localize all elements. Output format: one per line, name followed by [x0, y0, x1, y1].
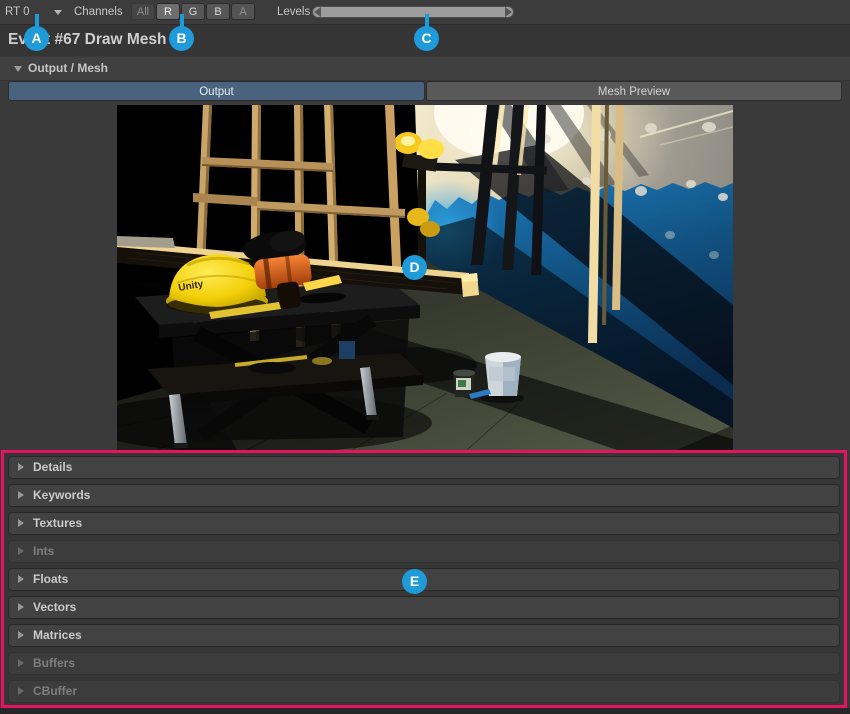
chevron-down-icon	[54, 10, 62, 15]
foldout-collapsed-icon	[18, 631, 24, 639]
foldout-collapsed-icon	[18, 603, 24, 611]
preview-panel: Output / Mesh Output Mesh Preview	[0, 56, 850, 450]
section-label: Ints	[33, 541, 54, 562]
callout-badge-b: B	[169, 26, 194, 51]
slider-min-handle[interactable]	[314, 7, 321, 17]
rt-dropdown-label: RT 0	[5, 0, 30, 24]
channel-button-b[interactable]: B	[206, 3, 230, 20]
section-vectors[interactable]: Vectors	[8, 596, 840, 619]
section-label: Details	[33, 457, 72, 478]
section-cbuffer: CBuffer	[8, 680, 840, 703]
section-label: Keywords	[33, 485, 90, 506]
section-label: Textures	[33, 513, 82, 534]
foldout-collapsed-icon	[18, 491, 24, 499]
callout-badge-c: C	[414, 26, 439, 51]
tab-mesh-preview[interactable]: Mesh Preview	[426, 81, 842, 101]
callout-badge-a: A	[24, 26, 49, 51]
frame-debugger-window: RT 0 Channels AllRGBA Levels Event #67 D…	[0, 0, 850, 714]
section-label: Floats	[33, 569, 68, 590]
channel-button-r[interactable]: R	[156, 3, 180, 20]
section-matrices[interactable]: Matrices	[8, 624, 840, 647]
section-label: Vectors	[33, 597, 76, 618]
callout-badge-e: E	[402, 569, 427, 594]
section-textures[interactable]: Textures	[8, 512, 840, 535]
levels-label: Levels	[277, 0, 310, 24]
foldout-collapsed-icon	[18, 463, 24, 471]
window-bottom-strip	[0, 708, 850, 714]
foldout-label: Output / Mesh	[28, 57, 108, 80]
output-mesh-foldout[interactable]: Output / Mesh	[0, 57, 850, 81]
foldout-collapsed-icon	[18, 519, 24, 527]
workshop-render: Unity	[117, 105, 733, 450]
channel-button-all[interactable]: All	[131, 3, 155, 20]
section-label: Matrices	[33, 625, 82, 646]
foldout-collapsed-icon	[18, 659, 24, 667]
foldout-collapsed-icon	[18, 687, 24, 695]
section-keywords[interactable]: Keywords	[8, 484, 840, 507]
rt-target-dropdown[interactable]: RT 0	[0, 0, 68, 24]
foldout-collapsed-icon	[18, 575, 24, 583]
section-details[interactable]: Details	[8, 456, 840, 479]
section-label: Buffers	[33, 653, 75, 674]
channel-button-g[interactable]: G	[181, 3, 205, 20]
section-buffers: Buffers	[8, 652, 840, 675]
channels-label: Channels	[74, 0, 123, 24]
channel-button-a[interactable]: A	[231, 3, 255, 20]
foldout-expanded-icon	[14, 66, 22, 72]
foldout-collapsed-icon	[18, 547, 24, 555]
callout-badge-d: D	[402, 255, 427, 280]
tab-output[interactable]: Output	[8, 81, 425, 101]
render-preview-image: Unity	[117, 105, 733, 450]
levels-slider[interactable]	[312, 6, 514, 18]
preview-tabs: Output Mesh Preview	[8, 81, 842, 101]
section-ints: Ints	[8, 540, 840, 563]
section-label: CBuffer	[33, 681, 77, 702]
slider-max-handle[interactable]	[505, 7, 512, 17]
